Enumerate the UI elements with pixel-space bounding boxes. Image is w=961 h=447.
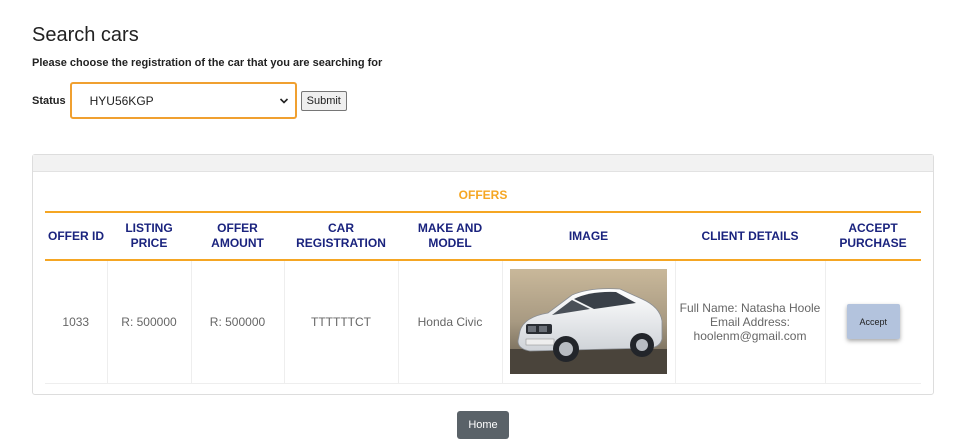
offers-table: OFFER ID LISTING PRICE OFFER AMOUNT CAR … [45, 211, 921, 384]
car-registration-cell: TTTTTTCT [284, 260, 399, 384]
column-header: OFFER AMOUNT [191, 211, 284, 261]
client-details-cell: Full Name: Natasha Hoole Email Address: … [675, 260, 826, 384]
offer-amount-cell: R: 500000 [191, 260, 285, 384]
page-title: Search cars [32, 24, 139, 46]
column-header: MAKE AND MODEL [398, 211, 502, 261]
column-header: OFFER ID [45, 211, 107, 261]
card-header [33, 155, 933, 172]
offers-card: OFFERS OFFER ID LISTING PRICE OFFER AMOU… [32, 154, 934, 395]
status-label: Status [32, 94, 66, 107]
accept-cell: Accept [825, 260, 921, 384]
registration-select[interactable]: HYU56KGP [69, 82, 297, 119]
car-photo [510, 269, 667, 375]
client-name: Full Name: Natasha Hoole [679, 300, 821, 315]
registration-select-value: HYU56KGP [89, 93, 154, 108]
offer-id-cell: 1033 [45, 260, 108, 384]
image-cell [502, 260, 676, 384]
offers-title: OFFERS [458, 188, 508, 202]
page-subtitle: Please choose the registration of the ca… [32, 57, 383, 69]
column-header: CLIENT DETAILS [675, 211, 825, 261]
column-header: LISTING PRICE [107, 211, 191, 261]
column-header: CAR REGISTRATION [284, 211, 398, 261]
client-email: Email Address: hoolenm@gmail.com [693, 314, 807, 343]
submit-button[interactable]: Submit [300, 90, 347, 111]
status-filter: Status HYU56KGP Submit [32, 82, 347, 119]
table-header-row: OFFER ID LISTING PRICE OFFER AMOUNT CAR … [45, 211, 921, 261]
column-header: IMAGE [502, 211, 675, 261]
column-header: ACCEPT PURCHASE [825, 211, 921, 261]
listing-price-cell: R: 500000 [107, 260, 192, 384]
chevron-down-icon [279, 97, 288, 104]
home-button[interactable]: Home [457, 411, 509, 439]
make-model-cell: Honda Civic [398, 260, 503, 384]
accept-button[interactable]: Accept [846, 304, 900, 340]
table-row: 1033 R: 500000 R: 500000 TTTTTTCT Honda … [45, 260, 921, 384]
